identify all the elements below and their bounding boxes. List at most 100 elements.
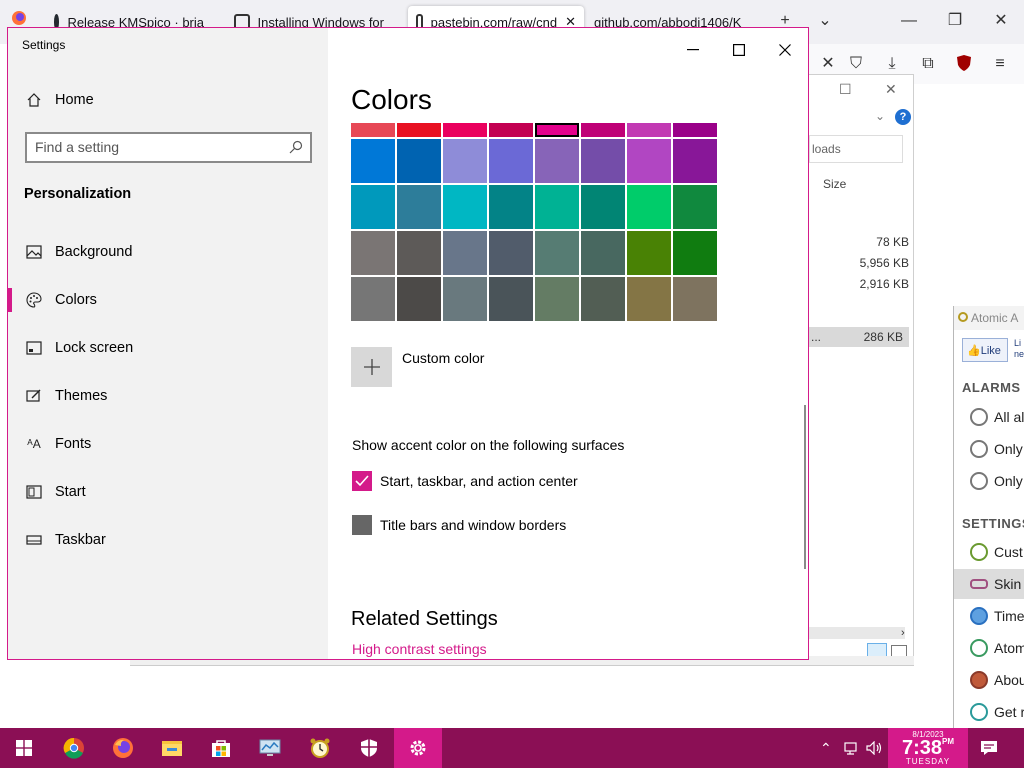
close-icon[interactable]: ✕ bbox=[885, 81, 897, 98]
accent-color-swatch[interactable] bbox=[581, 231, 625, 275]
nav-fonts[interactable]: ᴬA Fonts bbox=[8, 424, 328, 464]
alarm-item-all[interactable]: All al bbox=[954, 402, 1024, 432]
checkbox-checked[interactable] bbox=[352, 471, 372, 491]
taskbar-store[interactable] bbox=[197, 728, 245, 768]
pocket-icon[interactable]: ⛉ bbox=[846, 54, 866, 74]
accent-color-swatch[interactable] bbox=[397, 123, 441, 137]
taskbar-firefox[interactable] bbox=[99, 728, 147, 768]
settings-item-time[interactable]: Time bbox=[954, 601, 1024, 631]
close-button[interactable] bbox=[762, 34, 808, 66]
nav-home[interactable]: Home bbox=[8, 80, 328, 120]
accent-color-swatch[interactable] bbox=[489, 139, 533, 183]
help-icon[interactable]: ? bbox=[895, 109, 911, 125]
alarm-item-only-2[interactable]: Only bbox=[954, 466, 1024, 496]
accent-color-swatch[interactable] bbox=[535, 277, 579, 321]
alarm-item-only-1[interactable]: Only bbox=[954, 434, 1024, 464]
accent-color-swatch[interactable] bbox=[397, 231, 441, 275]
accent-color-swatch[interactable] bbox=[489, 231, 533, 275]
minimize-button[interactable] bbox=[670, 34, 716, 66]
accent-color-swatch[interactable] bbox=[489, 123, 533, 137]
taskbar-chrome[interactable] bbox=[50, 728, 98, 768]
accent-color-swatch[interactable] bbox=[581, 185, 625, 229]
volume-icon[interactable] bbox=[866, 728, 884, 768]
accent-color-swatch[interactable] bbox=[627, 139, 671, 183]
accent-color-swatch[interactable] bbox=[627, 185, 671, 229]
size-column-header[interactable]: Size bbox=[823, 177, 846, 191]
show-hidden-icons[interactable]: ⌃ bbox=[820, 728, 832, 768]
accent-color-swatch[interactable] bbox=[397, 277, 441, 321]
like-button[interactable]: 👍Like bbox=[962, 338, 1008, 362]
taskbar-defender[interactable] bbox=[345, 728, 393, 768]
restore-icon[interactable]: ❐ bbox=[940, 10, 970, 32]
accent-color-swatch[interactable] bbox=[351, 231, 395, 275]
accent-color-swatch[interactable] bbox=[443, 185, 487, 229]
custom-color-label[interactable]: Custom color bbox=[402, 350, 484, 366]
menu-icon[interactable]: ≡ bbox=[990, 54, 1010, 74]
accent-color-swatch[interactable] bbox=[397, 185, 441, 229]
checkbox-start-taskbar[interactable]: Start, taskbar, and action center bbox=[352, 471, 578, 491]
accent-color-swatch[interactable] bbox=[581, 277, 625, 321]
extensions-icon[interactable]: ⧉ bbox=[918, 54, 938, 74]
find-setting-search[interactable] bbox=[25, 132, 312, 163]
horizontal-scrollbar[interactable] bbox=[809, 627, 905, 639]
nav-themes[interactable]: Themes bbox=[8, 376, 328, 416]
ublock-icon[interactable] bbox=[954, 54, 974, 74]
accent-color-swatch[interactable] bbox=[397, 139, 441, 183]
settings-item-custom[interactable]: Cust bbox=[954, 537, 1024, 567]
taskbar-monitor[interactable] bbox=[246, 728, 294, 768]
scroll-right-icon[interactable]: › bbox=[901, 627, 905, 639]
accent-color-swatch[interactable] bbox=[489, 185, 533, 229]
accent-color-swatch[interactable] bbox=[673, 123, 717, 137]
accent-color-swatch[interactable] bbox=[627, 231, 671, 275]
checkbox-unchecked[interactable] bbox=[352, 515, 372, 535]
taskbar-file-explorer[interactable] bbox=[148, 728, 196, 768]
nav-start[interactable]: Start bbox=[8, 472, 328, 512]
checkbox-title-bars[interactable]: Title bars and window borders bbox=[352, 515, 566, 535]
windows-start-button[interactable] bbox=[0, 728, 48, 768]
close-findbar-icon[interactable]: ✕ bbox=[818, 54, 838, 74]
nav-lock-screen[interactable]: Lock screen bbox=[8, 328, 328, 368]
custom-color-button[interactable] bbox=[351, 347, 392, 387]
maximize-icon[interactable]: ☐ bbox=[839, 81, 852, 98]
action-center-button[interactable] bbox=[980, 728, 998, 768]
nav-background[interactable]: Background bbox=[8, 232, 328, 272]
accent-color-swatch[interactable] bbox=[443, 123, 487, 137]
accent-color-swatch[interactable] bbox=[581, 123, 625, 137]
accent-color-swatch[interactable] bbox=[673, 231, 717, 275]
accent-color-swatch[interactable] bbox=[535, 231, 579, 275]
close-icon[interactable]: ✕ bbox=[986, 10, 1016, 32]
settings-item-atom[interactable]: Atom bbox=[954, 633, 1024, 663]
taskbar-alarm-clock[interactable] bbox=[296, 728, 344, 768]
settings-item-get[interactable]: Get r bbox=[954, 697, 1024, 727]
tab-list-button[interactable]: ⌄ bbox=[810, 10, 840, 32]
download-icon[interactable]: ⤓ bbox=[882, 54, 902, 74]
nav-colors[interactable]: Colors bbox=[8, 280, 328, 320]
search-input[interactable] bbox=[35, 139, 285, 155]
settings-item-skin[interactable]: Skin bbox=[954, 569, 1024, 599]
accent-color-swatch[interactable] bbox=[351, 123, 395, 137]
accent-color-swatch[interactable] bbox=[673, 277, 717, 321]
accent-color-swatch[interactable] bbox=[443, 277, 487, 321]
nav-taskbar[interactable]: Taskbar bbox=[8, 520, 328, 560]
accent-color-swatch[interactable] bbox=[581, 139, 625, 183]
explorer-search[interactable]: loads bbox=[809, 135, 903, 163]
settings-item-about[interactable]: Abou bbox=[954, 665, 1024, 695]
accent-color-swatch[interactable] bbox=[535, 123, 579, 137]
scrollbar[interactable] bbox=[804, 405, 806, 569]
accent-color-swatch[interactable] bbox=[351, 277, 395, 321]
maximize-button[interactable] bbox=[716, 34, 762, 66]
minimize-icon[interactable]: — bbox=[894, 10, 924, 32]
accent-color-swatch[interactable] bbox=[535, 185, 579, 229]
search-icon[interactable] bbox=[288, 139, 304, 155]
accent-color-swatch[interactable] bbox=[535, 139, 579, 183]
accent-color-swatch[interactable] bbox=[673, 185, 717, 229]
taskbar-settings[interactable] bbox=[394, 728, 442, 768]
chevron-down-icon[interactable]: ⌄ bbox=[875, 109, 885, 123]
accent-color-swatch[interactable] bbox=[489, 277, 533, 321]
high-contrast-link[interactable]: High contrast settings bbox=[352, 641, 487, 657]
accent-color-swatch[interactable] bbox=[627, 123, 671, 137]
taskbar-clock[interactable]: 8/1/2023 7:38PM TUESDAY bbox=[888, 728, 968, 768]
accent-color-swatch[interactable] bbox=[673, 139, 717, 183]
file-row-selected[interactable]: ... 286 KB bbox=[809, 327, 909, 347]
accent-color-swatch[interactable] bbox=[351, 185, 395, 229]
